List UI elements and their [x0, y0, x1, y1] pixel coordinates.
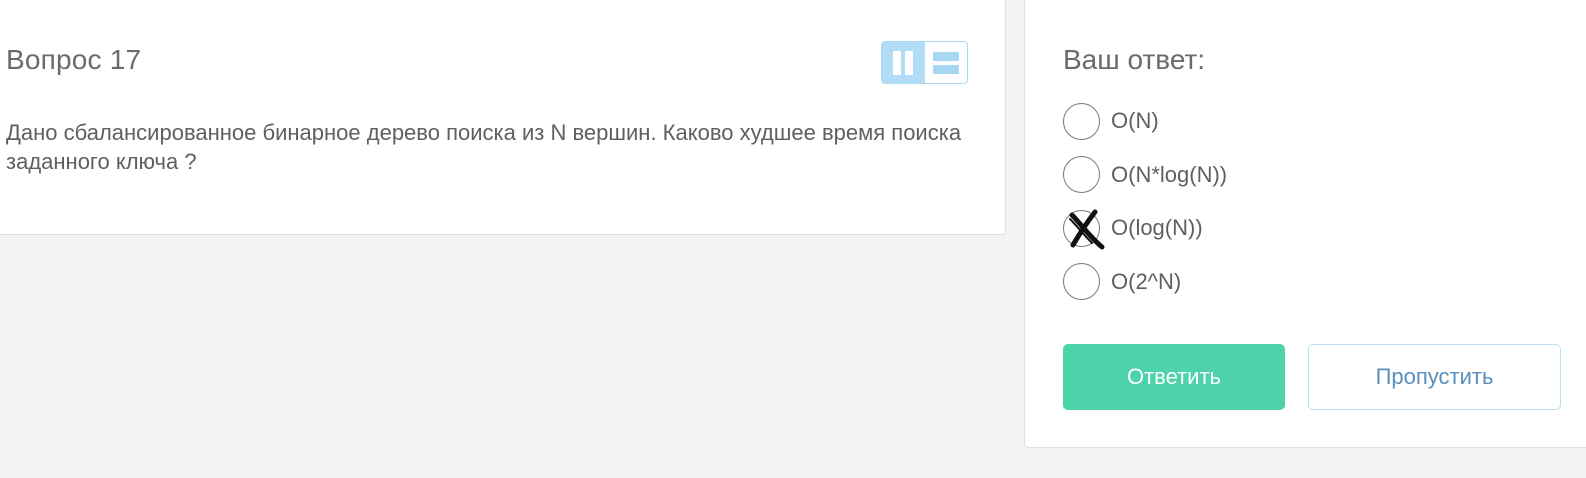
radio-button[interactable]	[1063, 102, 1100, 140]
answer-card: Ваш ответ: O(N) O(N*log(N)) O(log(N)) O(…	[1024, 0, 1586, 448]
answer-option-label: O(N)	[1111, 108, 1159, 133]
columns-layout-button[interactable]	[882, 42, 925, 83]
answer-option[interactable]: O(N*log(N))	[1063, 156, 1227, 194]
answer-option[interactable]: O(N)	[1063, 102, 1227, 140]
radio-button[interactable]	[1063, 156, 1100, 193]
answer-option-label: O(N*log(N))	[1111, 161, 1228, 187]
answer-option-label: O(2^N)	[1111, 268, 1182, 294]
question-title: Вопрос 17	[6, 44, 142, 75]
radio-button[interactable]	[1063, 263, 1100, 300]
question-card: Вопрос 17 Дано сбалансированное бинарное…	[0, 0, 1006, 235]
answer-option[interactable]: O(log(N))	[1063, 209, 1227, 249]
columns-layout-icon	[893, 50, 914, 75]
rows-layout-icon	[932, 51, 959, 74]
radio-button[interactable]	[1063, 209, 1105, 249]
submit-answer-button[interactable]: Ответить	[1063, 344, 1285, 410]
answer-options: O(N) O(N*log(N)) O(log(N)) O(2^N)	[1063, 102, 1227, 316]
question-text: Дано сбалансированное бинарное дерево по…	[6, 120, 962, 174]
handwritten-x-icon	[1069, 209, 1105, 249]
layout-toggle	[881, 41, 968, 84]
answer-heading: Ваш ответ:	[1063, 44, 1206, 75]
answer-option[interactable]: O(2^N)	[1063, 263, 1227, 301]
answer-option-label: O(log(N))	[1111, 215, 1203, 240]
skip-question-button[interactable]: Пропустить	[1308, 344, 1561, 410]
rows-layout-button[interactable]	[924, 42, 967, 83]
